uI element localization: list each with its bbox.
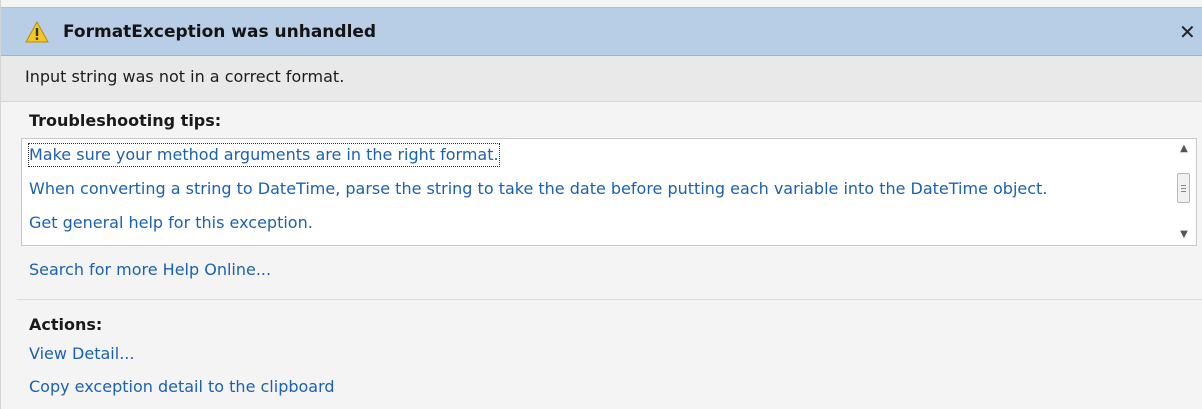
scroll-down-arrow-icon[interactable]: ▼ [1172, 225, 1196, 245]
view-detail-link[interactable]: View Detail... [29, 343, 134, 365]
tip-link-general-help[interactable]: Get general help for this exception. [29, 212, 313, 234]
tip-link-method-arguments[interactable]: Make sure your method arguments are in t… [28, 143, 500, 167]
tip-link-datetime-parse[interactable]: When converting a string to DateTime, pa… [29, 178, 1047, 200]
tips-scrollbar[interactable]: ▲ ▼ [1172, 139, 1196, 245]
title-bar: FormatException was unhandled ✕ [1, 7, 1202, 56]
warning-icon [25, 21, 49, 43]
scroll-thumb[interactable] [1177, 173, 1190, 203]
exception-message-area: Input string was not in a correct format… [1, 56, 1202, 102]
close-icon[interactable]: ✕ [1179, 19, 1202, 45]
exception-assistant-dialog: FormatException was unhandled ✕ Input st… [0, 0, 1202, 409]
actions-heading: Actions: [29, 315, 103, 334]
copy-exception-detail-link[interactable]: Copy exception detail to the clipboard [29, 376, 335, 398]
troubleshooting-heading: Troubleshooting tips: [29, 111, 222, 130]
dialog-title: FormatException was unhandled [63, 22, 377, 42]
scroll-up-arrow-icon[interactable]: ▲ [1172, 139, 1196, 159]
troubleshooting-tips-list: Make sure your method arguments are in t… [21, 138, 1197, 246]
exception-message: Input string was not in a correct format… [25, 67, 345, 86]
search-help-online-link[interactable]: Search for more Help Online... [29, 259, 271, 281]
section-divider [17, 299, 1202, 300]
